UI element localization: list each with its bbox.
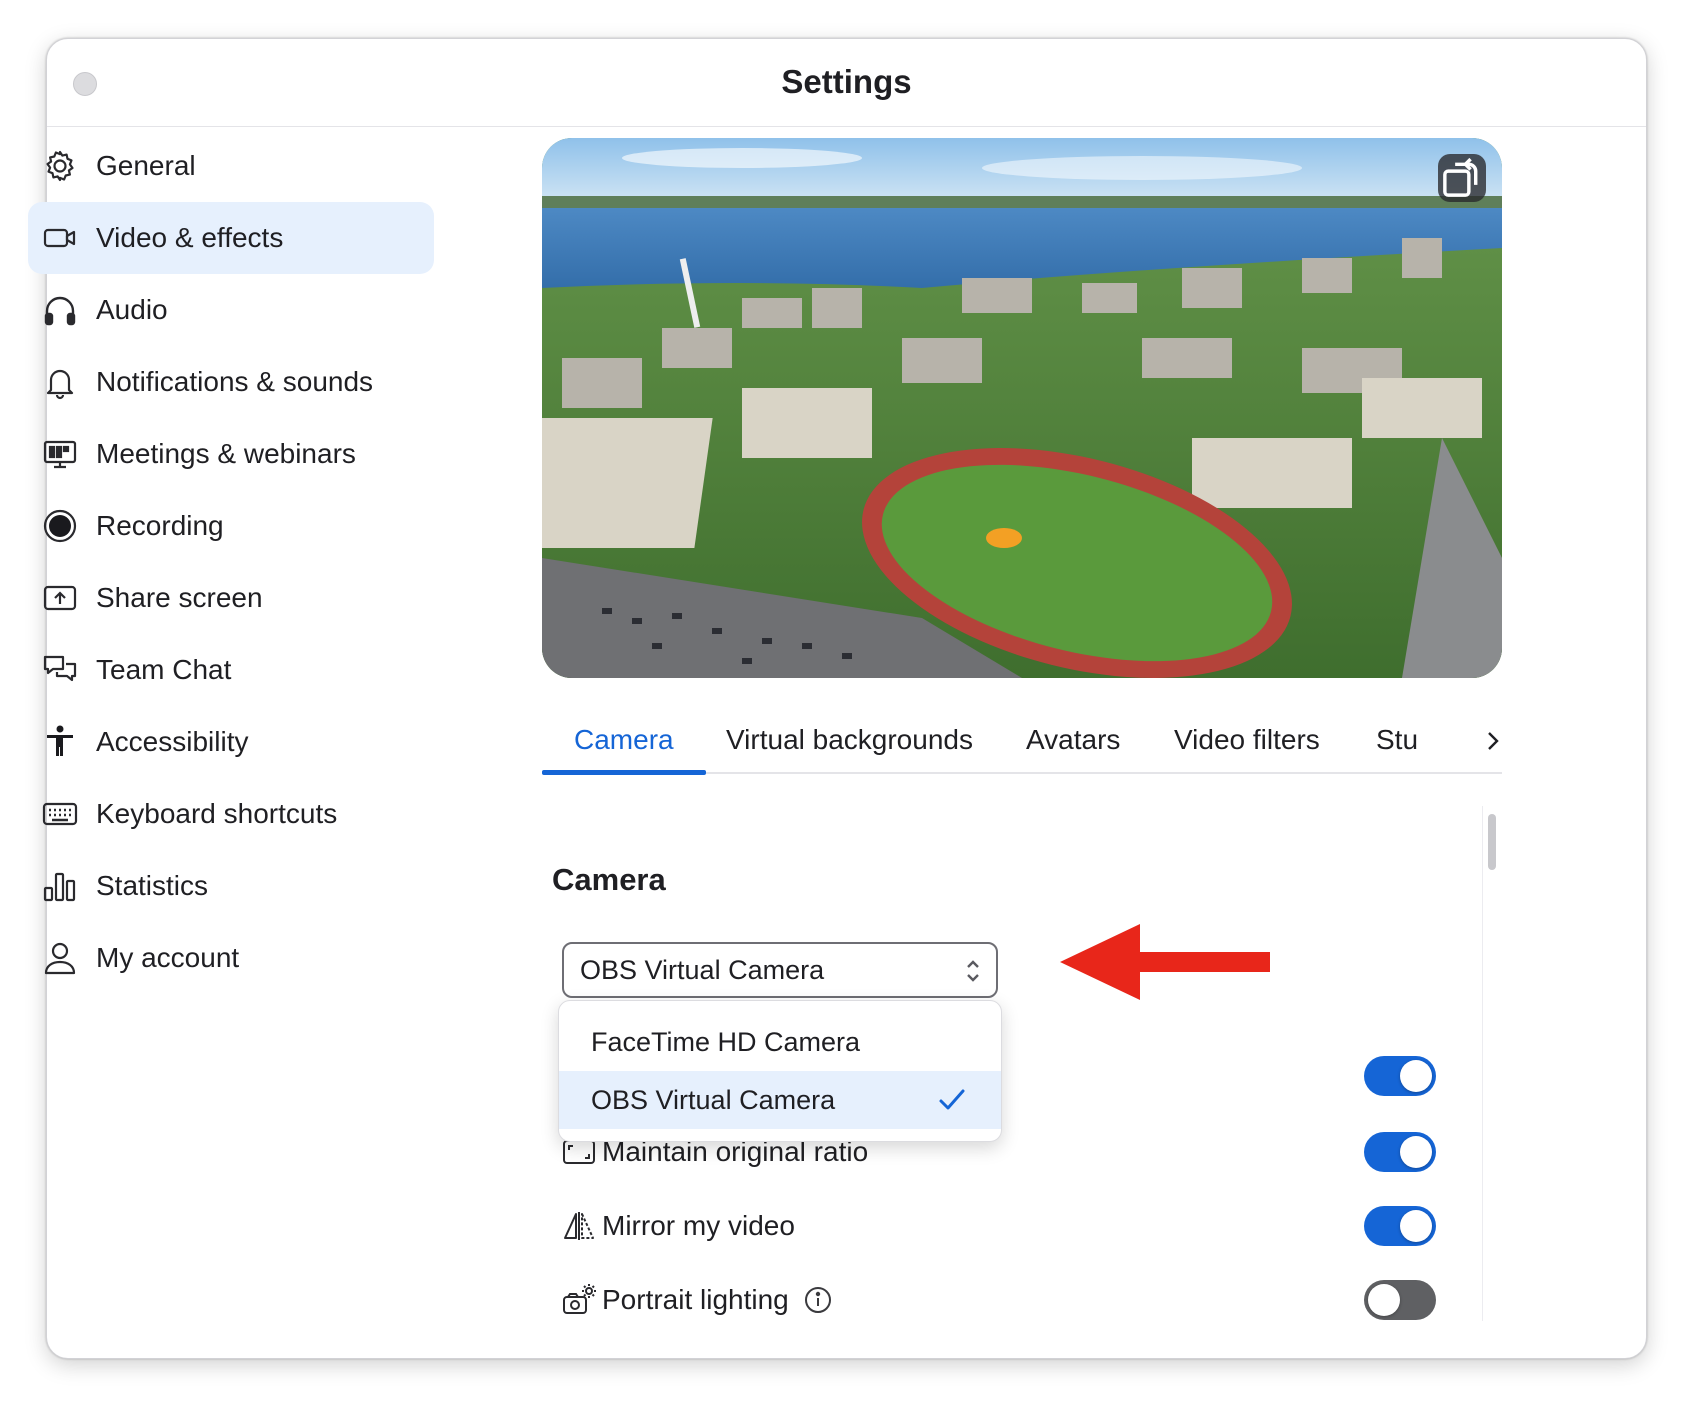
titlebar: Settings <box>47 39 1646 127</box>
sidebar-item-label: Share screen <box>96 582 263 613</box>
sidebar-item-general[interactable]: General <box>28 130 434 202</box>
checkmark-icon <box>939 1089 965 1110</box>
hidden-setting-toggle[interactable] <box>1364 1056 1436 1096</box>
rotate-camera-button[interactable] <box>1438 154 1486 202</box>
sidebar-item-notifications[interactable]: Notifications & sounds <box>28 346 434 418</box>
share-screen-icon <box>42 580 78 616</box>
chevron-right-icon <box>1488 732 1499 750</box>
toggle-knob <box>1400 1210 1432 1242</box>
video-camera-icon <box>42 220 78 256</box>
sidebar-item-label: Team Chat <box>96 654 232 685</box>
sidebar-item-meetings[interactable]: Meetings & webinars <box>28 418 434 490</box>
scrollbar-thumb[interactable] <box>1488 814 1496 870</box>
sidebar-item-accessibility[interactable]: Accessibility <box>28 706 434 778</box>
portrait-lighting-icon <box>562 1283 596 1317</box>
sidebar-item-share-screen[interactable]: Share screen <box>28 562 434 634</box>
setting-label: Mirror my video <box>602 1210 795 1241</box>
camera-option-label: OBS Virtual Camera <box>591 1084 836 1115</box>
tab-virtual-backgrounds[interactable]: Virtual backgrounds <box>726 724 973 756</box>
camera-section-title: Camera <box>552 862 666 897</box>
mirror-video-toggle[interactable] <box>1364 1206 1436 1246</box>
portrait-lighting-toggle[interactable] <box>1364 1280 1436 1320</box>
sidebar-item-label: Recording <box>96 510 224 541</box>
info-icon[interactable] <box>803 1285 833 1315</box>
window-title: Settings <box>781 63 912 100</box>
chat-bubbles-icon <box>42 652 78 688</box>
camera-select-value: OBS Virtual Camera <box>580 954 825 985</box>
active-tab-indicator <box>542 770 706 775</box>
maintain-ratio-toggle[interactable] <box>1364 1132 1436 1172</box>
toggle-knob <box>1400 1136 1432 1168</box>
camera-option-facetime[interactable]: FaceTime HD Camera <box>559 1013 1001 1071</box>
rotate-icon <box>1443 157 1478 197</box>
setting-label: Portrait lighting <box>602 1284 789 1315</box>
tab-video-filters[interactable]: Video filters <box>1174 724 1320 756</box>
updown-chevron-icon <box>967 960 979 982</box>
sidebar-item-audio[interactable]: Audio <box>28 274 434 346</box>
tab-avatars[interactable]: Avatars <box>1026 724 1120 756</box>
video-preview <box>542 138 1502 678</box>
camera-option-label: FaceTime HD Camera <box>591 1026 861 1057</box>
record-icon <box>42 508 78 544</box>
sidebar-item-keyboard-shortcuts[interactable]: Keyboard shortcuts <box>28 778 434 850</box>
sidebar-item-label: Notifications & sounds <box>96 366 374 397</box>
camera-select[interactable]: OBS Virtual Camera <box>562 942 998 998</box>
toggle-knob <box>1368 1284 1400 1316</box>
setting-row-mirror-video: Mirror my video <box>562 1200 1482 1252</box>
gear-icon <box>42 148 78 184</box>
sidebar-item-video-effects[interactable]: Video & effects <box>28 202 434 274</box>
sidebar-item-label: Keyboard shortcuts <box>96 798 338 829</box>
tabs-scroll-right-button[interactable] <box>1484 722 1502 760</box>
bell-icon <box>42 364 78 400</box>
camera-dropdown-menu: FaceTime HD Camera OBS Virtual Camera <box>558 1000 1002 1142</box>
bar-chart-icon <box>42 868 78 904</box>
mirror-icon <box>562 1209 596 1243</box>
setting-row-portrait-lighting: Portrait lighting <box>562 1274 1482 1326</box>
headphones-icon <box>42 292 78 328</box>
sidebar-item-label: Video & effects <box>96 222 284 253</box>
sidebar-item-label: Statistics <box>96 870 209 901</box>
sidebar-item-recording[interactable]: Recording <box>28 490 434 562</box>
sidebar-item-statistics[interactable]: Statistics <box>28 850 434 922</box>
presentation-screen-icon <box>42 436 78 472</box>
user-icon <box>42 940 78 976</box>
accessibility-icon <box>42 724 78 760</box>
camera-preview-image <box>542 138 1502 678</box>
keyboard-icon <box>42 796 78 832</box>
sidebar-item-my-account[interactable]: My account <box>28 922 434 994</box>
red-arrow-annotation <box>1060 924 1270 1000</box>
toggle-knob <box>1400 1060 1432 1092</box>
sidebar-item-team-chat[interactable]: Team Chat <box>28 634 434 706</box>
sidebar-item-label: My account <box>96 942 240 973</box>
sidebar-item-label: Audio <box>96 294 168 325</box>
sidebar-item-label: General <box>96 150 196 181</box>
tab-studio-effects[interactable]: Stu <box>1376 724 1418 756</box>
sidebar-item-label: Accessibility <box>96 726 249 757</box>
sidebar-item-label: Meetings & webinars <box>96 438 356 469</box>
settings-scrollbar[interactable] <box>1482 806 1500 1321</box>
camera-option-obs[interactable]: OBS Virtual Camera <box>559 1071 1001 1129</box>
tab-camera[interactable]: Camera <box>574 724 674 756</box>
video-settings-tabs: Camera Virtual backgrounds Avatars Video… <box>542 722 1502 775</box>
